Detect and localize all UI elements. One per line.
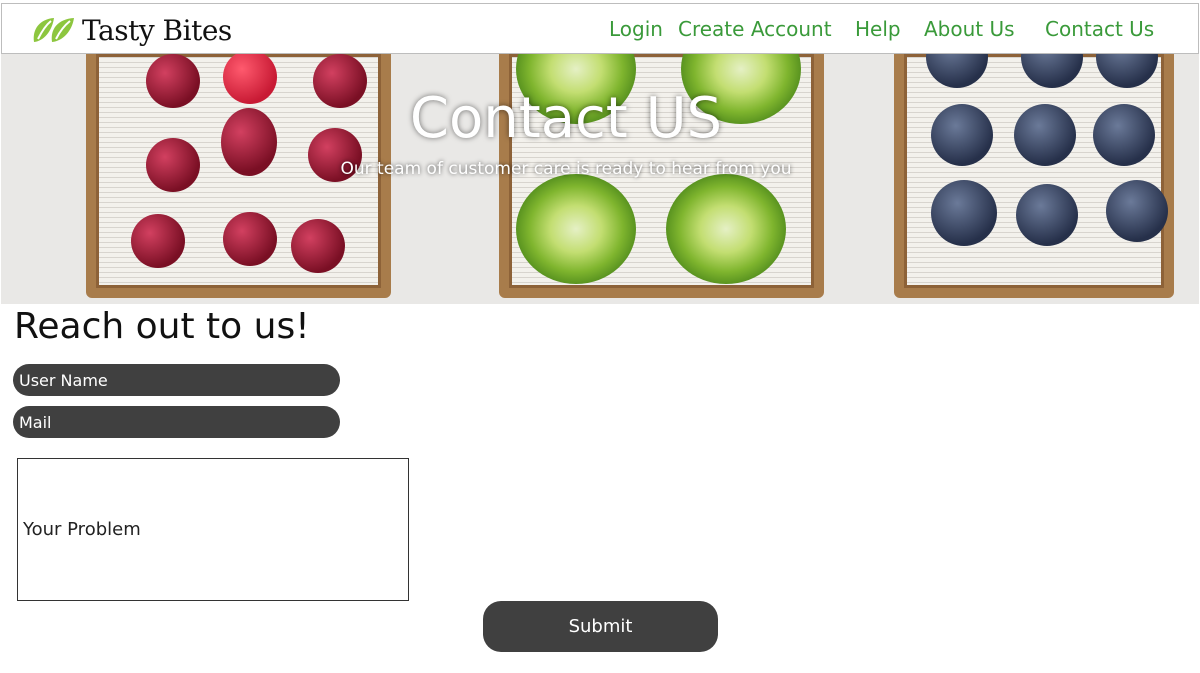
cranberry-image bbox=[291, 219, 345, 273]
nav-help[interactable]: Help bbox=[855, 17, 901, 41]
form-heading: Reach out to us! bbox=[14, 306, 310, 347]
kiwi-image bbox=[666, 174, 786, 284]
leaf-logo-icon bbox=[33, 18, 74, 42]
hero-subtitle: Our team of customer care is ready to he… bbox=[340, 159, 792, 179]
nav-about-us[interactable]: About Us bbox=[924, 17, 1015, 41]
blueberry-image bbox=[1016, 184, 1078, 246]
kiwi-image bbox=[516, 174, 636, 284]
cranberry-image bbox=[223, 212, 277, 266]
nav-login[interactable]: Login bbox=[609, 17, 663, 41]
blueberry-image bbox=[1106, 180, 1168, 242]
nav-create-account[interactable]: Create Account bbox=[678, 17, 832, 41]
site-header: Tasty Bites Login Create Account Help Ab… bbox=[1, 3, 1199, 54]
hero-banner: Contact US Our team of customer care is … bbox=[1, 54, 1199, 304]
brand[interactable]: Tasty Bites bbox=[30, 10, 232, 50]
problem-textarea[interactable] bbox=[17, 458, 409, 601]
username-input[interactable] bbox=[13, 364, 340, 396]
nav-contact-us[interactable]: Contact Us bbox=[1045, 17, 1154, 41]
hero-title: Contact US bbox=[409, 86, 723, 151]
submit-button[interactable]: Submit bbox=[483, 601, 718, 652]
brand-name: Tasty Bites bbox=[82, 13, 232, 47]
cranberry-image bbox=[131, 214, 185, 268]
mail-input[interactable] bbox=[13, 406, 340, 438]
blueberry-image bbox=[931, 180, 997, 246]
